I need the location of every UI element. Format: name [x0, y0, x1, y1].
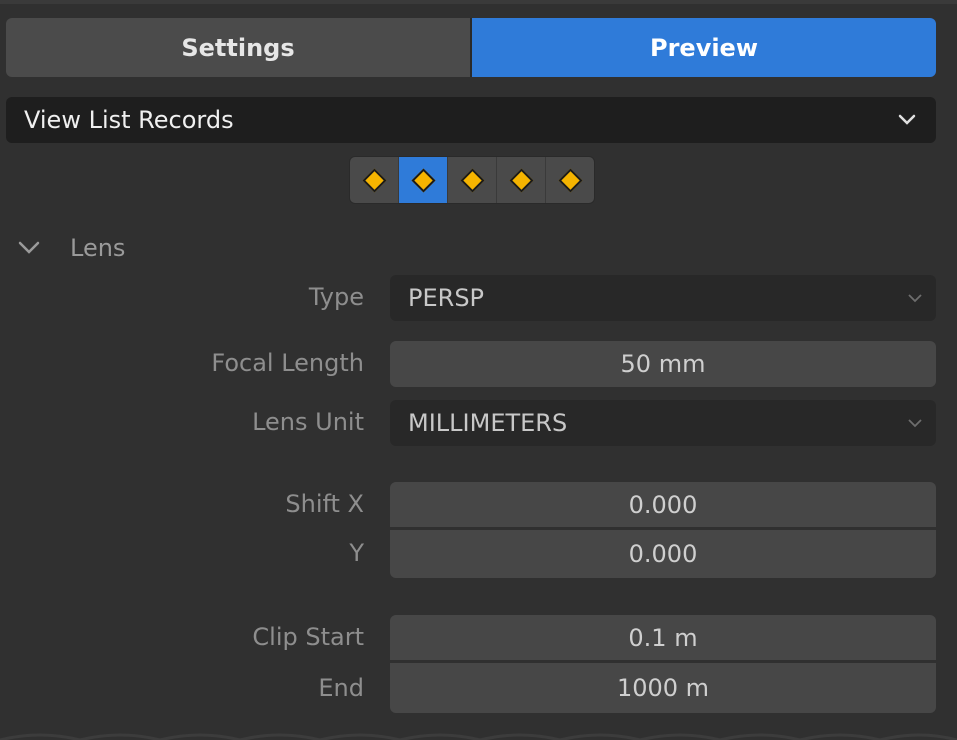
- mode-tabs: Settings Preview: [6, 18, 936, 77]
- chevron-down-icon: [906, 414, 924, 432]
- keyframe-diamond-icon: [557, 167, 583, 193]
- lens-unit-value: MILLIMETERS: [408, 409, 568, 437]
- clip-start-field[interactable]: 0.1 m: [390, 615, 936, 660]
- lens-unit-label: Lens Unit: [252, 408, 364, 436]
- keyframe-button-2[interactable]: [399, 157, 448, 203]
- chevron-down-icon: [906, 289, 924, 307]
- clip-start-label: Clip Start: [252, 623, 364, 651]
- shift-y-label: Y: [349, 539, 364, 567]
- keyframe-button-5[interactable]: [546, 157, 594, 203]
- clip-end-field[interactable]: 1000 m: [390, 663, 936, 713]
- view-list-dropdown-label: View List Records: [24, 106, 234, 134]
- keyframe-button-group: [349, 156, 595, 204]
- shift-y-field[interactable]: 0.000: [390, 530, 936, 578]
- keyframe-button-3[interactable]: [448, 157, 497, 203]
- tab-settings[interactable]: Settings: [6, 18, 472, 77]
- lens-unit-dropdown[interactable]: MILLIMETERS: [390, 400, 936, 446]
- keyframe-button-4[interactable]: [497, 157, 546, 203]
- keyframe-diamond-icon: [459, 167, 485, 193]
- keyframe-diamond-icon: [508, 167, 534, 193]
- shift-x-field[interactable]: 0.000: [390, 482, 936, 527]
- focal-length-label: Focal Length: [211, 349, 364, 377]
- view-list-dropdown[interactable]: View List Records: [6, 97, 936, 143]
- panel-title: Lens: [70, 234, 126, 262]
- lens-panel-header[interactable]: Lens: [14, 228, 125, 268]
- focal-length-field[interactable]: 50 mm: [390, 341, 936, 387]
- type-value: PERSP: [408, 284, 485, 312]
- tab-preview[interactable]: Preview: [472, 18, 936, 77]
- top-divider: [0, 0, 957, 4]
- chevron-down-icon: [14, 233, 44, 263]
- keyframe-diamond-icon: [410, 167, 436, 193]
- type-label: Type: [308, 283, 364, 311]
- clip-end-label: End: [318, 674, 364, 702]
- panel-bottom-edge: [0, 733, 957, 740]
- keyframe-diamond-icon: [361, 167, 387, 193]
- shift-x-label: Shift X: [285, 490, 364, 518]
- keyframe-button-1[interactable]: [350, 157, 399, 203]
- chevron-down-icon: [896, 109, 918, 131]
- type-dropdown[interactable]: PERSP: [390, 275, 936, 321]
